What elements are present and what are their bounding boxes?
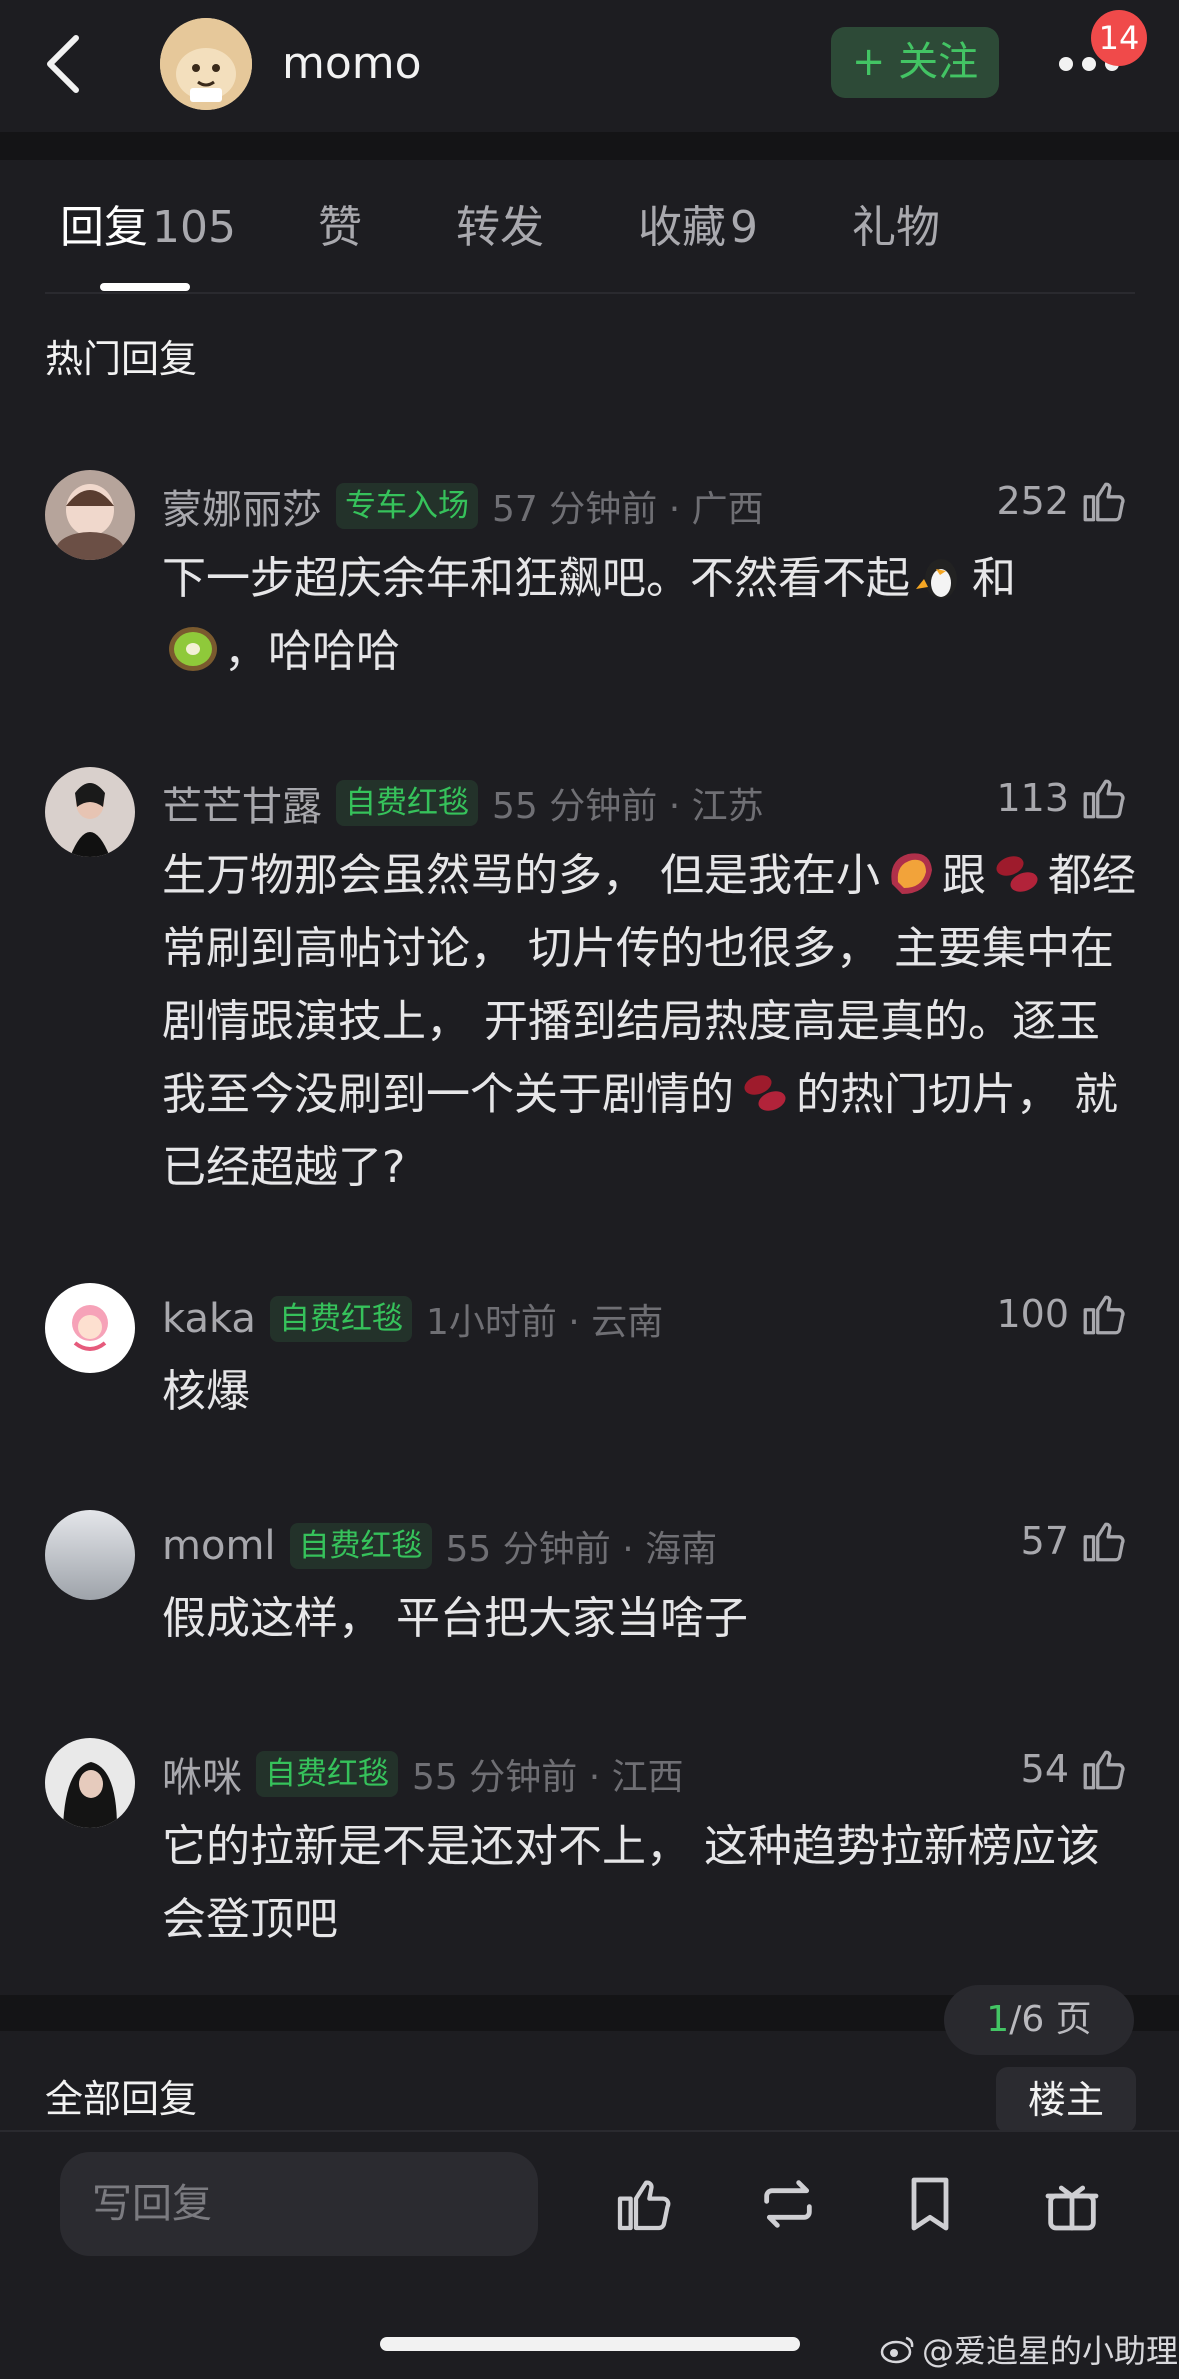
user-tag: 自费红毯 (336, 780, 478, 826)
tab-divider (45, 292, 1135, 294)
commenter-name[interactable]: 芒芒甘露 (162, 774, 322, 832)
notification-badge: 14 (1091, 10, 1147, 66)
watermark: @爱追星的小助理 (880, 2326, 1178, 2372)
like-count: 57 (1020, 1519, 1069, 1563)
like-count: 252 (996, 479, 1069, 523)
all-replies-title: 全部回复 (45, 2077, 198, 2121)
tab-label: 赞 (318, 202, 362, 253)
comment-header: 蒙娜丽莎 专车入场 57 分钟前 · 广西 (162, 477, 764, 535)
comment-item[interactable]: 芒芒甘露 自费红毯 55 分钟前 · 江苏 113 生万物那会虽然骂的多， 但是… (0, 767, 1179, 1193)
section-divider (0, 132, 1179, 160)
author-avatar[interactable] (160, 18, 252, 110)
tab-favorites[interactable]: 收藏9 (638, 200, 758, 256)
like-button[interactable]: 54 (1021, 1744, 1129, 1794)
comment-text: 生万物那会虽然骂的多， 但是我在小跟都经常刷到高帖讨论， 切片传的也很多， 主要… (162, 839, 1142, 1204)
comment-text-part: ，哈哈哈 (224, 626, 400, 677)
commenter-avatar[interactable] (45, 1738, 135, 1828)
follow-button[interactable]: + 关注 (831, 27, 999, 98)
comment-text: 假成这样， 平台把大家当啥子 (162, 1593, 748, 1644)
commenter-name[interactable]: kaka (162, 1296, 256, 1342)
bookmark-icon[interactable] (898, 2172, 962, 2236)
sweet-potato-emoji-icon (891, 853, 932, 894)
user-tag: 自费红毯 (289, 1523, 432, 1569)
comment-item[interactable]: 咻咪 自费红毯 55 分钟前 · 江西 54 它的拉新是不是还对不上， 这种趋势… (0, 1738, 1179, 1968)
page-total: /6 页 (1009, 1999, 1092, 2040)
beans-emoji-icon (996, 856, 1038, 892)
like-button[interactable]: 113 (996, 773, 1129, 823)
gift-icon[interactable] (1040, 2172, 1104, 2236)
comment-text-part: 和 (972, 553, 1016, 604)
commenter-avatar[interactable] (45, 767, 135, 857)
tab-likes[interactable]: 赞 (318, 200, 362, 256)
active-tab-indicator (100, 283, 190, 291)
tab-count: 9 (730, 202, 758, 253)
commenter-avatar[interactable] (45, 1283, 135, 1373)
like-count: 54 (1020, 1747, 1069, 1791)
comment-text-part: 生万物那会虽然骂的多， 但是我在小 (162, 850, 880, 901)
commenter-name[interactable]: moml (162, 1523, 276, 1569)
tab-label: 礼物 (852, 202, 940, 253)
comment-header: 芒芒甘露 自费红毯 55 分钟前 · 江苏 (162, 774, 764, 832)
commenter-name[interactable]: 咻咪 (162, 1745, 242, 1803)
comment-header: moml 自费红毯 55 分钟前 · 海南 (162, 1520, 717, 1572)
kiwi-emoji-icon (169, 627, 217, 671)
comment-header: 咻咪 自费红毯 55 分钟前 · 江西 (162, 1745, 684, 1803)
comment-item[interactable]: moml 自费红毯 55 分钟前 · 海南 57 假成这样， 平台把大家当啥子 (0, 1510, 1179, 1650)
comment-meta: 55 分钟前 · 江西 (412, 1757, 684, 1798)
comment-meta: 55 分钟前 · 海南 (445, 1529, 718, 1570)
like-count: 113 (996, 776, 1069, 820)
author-name[interactable]: momo (282, 34, 422, 94)
tab-count: 105 (152, 202, 236, 253)
home-indicator (380, 2337, 800, 2351)
comment-meta: 57 分钟前 · 广西 (492, 489, 764, 530)
commenter-avatar[interactable] (45, 470, 135, 560)
thumbs-up-icon (1083, 1522, 1125, 1562)
page-indicator[interactable]: 1/6 页 (944, 1985, 1134, 2055)
thumbs-up-icon (1083, 1750, 1125, 1790)
tab-label: 收藏 (638, 202, 726, 253)
penguin-emoji-icon (916, 559, 957, 599)
comment-text: 它的拉新是不是还对不上， 这种趋势拉新榜应该会登顶吧 (162, 1821, 1100, 1945)
tab-replies[interactable]: 回复105 (60, 200, 236, 256)
thumbs-up-icon (1083, 779, 1125, 819)
comment-meta: 1小时前 · 云南 (425, 1302, 664, 1343)
reply-input[interactable]: 写回复 (60, 2152, 538, 2256)
top-nav-bar: momo + 关注 14 (0, 0, 1179, 132)
comment-item[interactable]: 蒙娜丽莎 专车入场 57 分钟前 · 广西 252 下一步超庆余年和狂飙吧。不然… (0, 470, 1179, 700)
comment-text-part: 下一步超庆余年和狂飙吧。不然看不起 (162, 553, 910, 604)
like-icon[interactable] (612, 2172, 676, 2236)
owner-filter-button[interactable]: 楼主 (996, 2067, 1136, 2133)
user-tag: 专车入场 (336, 483, 478, 529)
like-count: 100 (996, 1292, 1069, 1336)
thumbs-up-icon (1083, 1295, 1125, 1335)
current-page: 1 (986, 1999, 1010, 2040)
thumbs-up-icon (1083, 482, 1125, 522)
tab-reposts[interactable]: 转发 (456, 200, 544, 256)
commenter-name[interactable]: 蒙娜丽莎 (162, 477, 322, 535)
comment-text: 核爆 (162, 1366, 250, 1417)
like-button[interactable]: 100 (996, 1289, 1129, 1339)
user-tag: 自费红毯 (269, 1296, 412, 1342)
chevron-left-icon[interactable] (44, 34, 84, 94)
weibo-logo-icon (880, 2336, 914, 2364)
comment-text-part: 跟 (942, 850, 986, 901)
comment-meta: 55 分钟前 · 江苏 (492, 786, 764, 827)
like-button[interactable]: 57 (1021, 1516, 1129, 1566)
user-tag: 自费红毯 (256, 1751, 398, 1797)
watermark-text: @爱追星的小助理 (922, 2332, 1179, 2370)
commenter-avatar[interactable] (45, 1510, 135, 1600)
tab-gifts[interactable]: 礼物 (852, 200, 940, 256)
like-button[interactable]: 252 (996, 476, 1129, 526)
comment-header: kaka 自费红毯 1小时前 · 云南 (162, 1293, 663, 1345)
repost-icon[interactable] (756, 2172, 820, 2236)
comment-text: 下一步超庆余年和狂飙吧。不然看不起 和 ，哈哈哈 (162, 542, 1142, 688)
tab-label: 转发 (456, 202, 544, 253)
comment-item[interactable]: kaka 自费红毯 1小时前 · 云南 100 核爆 (0, 1283, 1179, 1423)
tab-label: 回复 (60, 202, 148, 253)
hot-replies-title: 热门回复 (45, 337, 198, 381)
beans-emoji-icon (744, 1075, 786, 1111)
